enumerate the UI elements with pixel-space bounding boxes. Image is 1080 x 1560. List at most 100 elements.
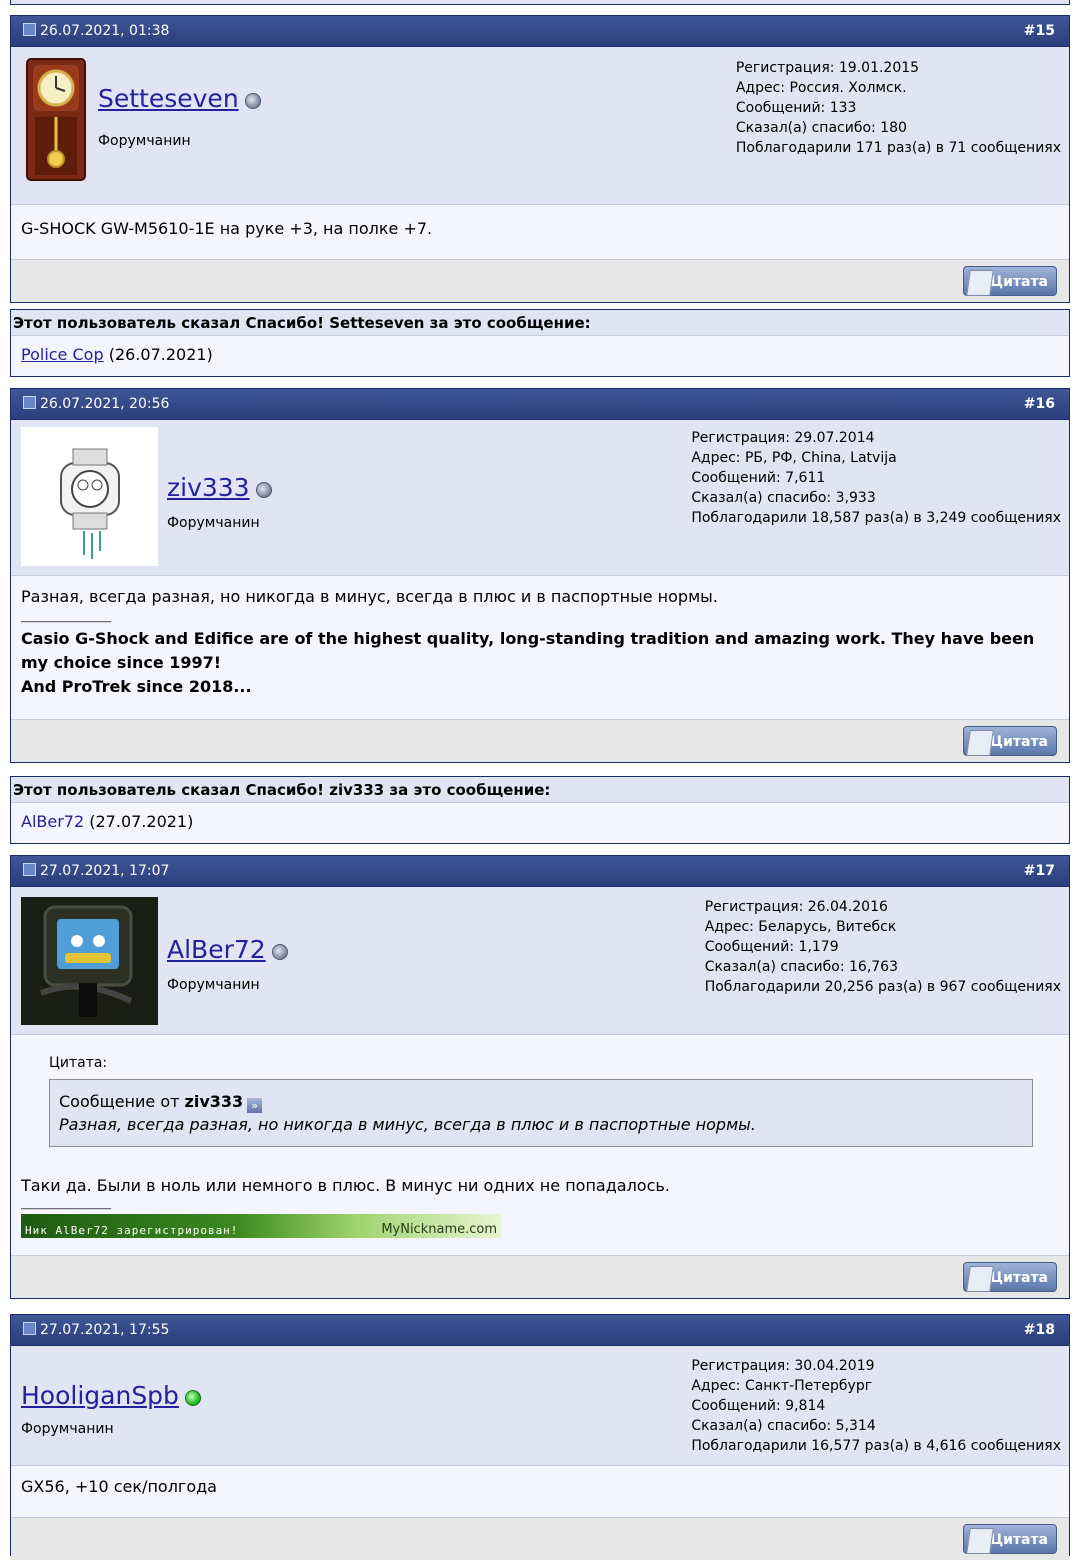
avatar[interactable] (21, 55, 91, 184)
thanks-box: Этот пользователь сказал Спасибо! ziv333… (10, 776, 1070, 844)
stat-registration: Регистрация: 19.01.2015 (735, 60, 920, 76)
stat-thanks-given: Сказал(а) спасибо: 3,933 (691, 490, 876, 506)
online-status-icon (184, 1390, 201, 1406)
stat-thanks-received: Поблагодарили 171 раз(а) в 71 сообщениях (735, 140, 1061, 156)
watch-sketch-icon (60, 448, 120, 559)
post-header: 27.07.2021, 17:07 #17 (11, 856, 1069, 887)
post-message: G-SHOCK GW-M5610-1E на руке +3, на полке… (11, 205, 1069, 259)
post-17: 27.07.2021, 17:07 #17 AlBer72 Форумчанин… (10, 855, 1070, 1299)
post-number-link[interactable]: #15 (1024, 23, 1055, 39)
quote-button[interactable]: Цитата (963, 726, 1057, 756)
message-text: GX56, +10 сек/полгода (21, 1477, 217, 1496)
quote-button[interactable]: Цитата (963, 1262, 1057, 1292)
user-title: Форумчанин (167, 515, 260, 531)
quoted-text: Разная, всегда разная, но никогда в мину… (59, 1115, 756, 1134)
stat-posts: Сообщений: 9,814 (691, 1398, 826, 1414)
message-text: Таки да. Были в ноль или немного в плюс.… (21, 1176, 670, 1195)
user-stats: Регистрация: 30.04.2019 Адрес: Санкт-Пет… (691, 1356, 1061, 1456)
quote-button-label: Цитата (990, 734, 1048, 750)
offline-status-icon (244, 93, 261, 109)
post-message: Цитата: Сообщение от ziv333» Разная, все… (11, 1035, 1069, 1255)
stat-thanks-given: Сказал(а) спасибо: 16,763 (704, 959, 899, 975)
g-shock-watch-icon (21, 897, 158, 1025)
post-status-icon (23, 23, 36, 36)
post-footer: Цитата (11, 259, 1069, 302)
user-stats: Регистрация: 19.01.2015 Адрес: Россия. Х… (736, 58, 1061, 158)
post-message: Разная, всегда разная, но никогда в мину… (11, 576, 1069, 719)
user-info: ziv333 Форумчанин Регистрация: 29.07.201… (11, 420, 1069, 576)
user-info: HooliganSpb Форумчанин Регистрация: 30.0… (11, 1346, 1069, 1466)
quote-button-label: Цитата (990, 1532, 1048, 1548)
quote-pen-icon (966, 730, 994, 756)
mynickname-banner[interactable]: Ник AlBer72 зарегистрирован! MyNickname.… (21, 1214, 501, 1238)
stat-address: Адрес: Санкт-Петербург (691, 1378, 873, 1394)
view-post-arrow-icon[interactable]: » (247, 1098, 263, 1113)
post-date: 27.07.2021, 17:07 (40, 863, 170, 879)
thanks-user-link[interactable]: Police Cop (21, 345, 104, 364)
quote-button-label: Цитата (990, 1270, 1048, 1286)
quote-prefix: Сообщение от (59, 1092, 180, 1111)
thanks-user-link[interactable]: AlBer72 (21, 812, 84, 831)
thanks-title: Этот пользователь сказал Спасибо! Settes… (11, 310, 1069, 336)
quote-caption: Цитата: (49, 1055, 108, 1071)
thanks-title: Этот пользователь сказал Спасибо! ziv333… (11, 777, 1069, 803)
username-link[interactable]: HooliganSpb (21, 1381, 179, 1410)
username-link[interactable]: AlBer72 (167, 935, 266, 964)
quote-button-label: Цитата (990, 274, 1048, 290)
post-number-link[interactable]: #16 (1024, 396, 1055, 412)
post-footer: Цитата (11, 719, 1069, 762)
user-title: Форумчанин (98, 133, 191, 149)
quote-button[interactable]: Цитата (963, 1524, 1057, 1554)
post-number-link[interactable]: #17 (1024, 863, 1055, 879)
stat-address: Адрес: Россия. Холмск. (735, 80, 907, 96)
message-text: G-SHOCK GW-M5610-1E на руке +3, на полке… (21, 219, 433, 238)
quote-button[interactable]: Цитата (963, 266, 1057, 296)
avatar[interactable] (21, 897, 158, 1025)
user-stats: Регистрация: 26.04.2016 Адрес: Беларусь,… (705, 897, 1061, 997)
signature-separator: __________________ (21, 612, 111, 623)
post-18: 27.07.2021, 17:55 #18 HooliganSpb Форумч… (10, 1314, 1070, 1560)
signature-text-2: And ProTrek since 2018... (21, 677, 252, 696)
stat-registration: Регистрация: 30.04.2019 (691, 1358, 875, 1374)
post-15: 26.07.2021, 01:38 #15 Setteseven Форумча… (10, 15, 1070, 303)
post-status-icon (23, 863, 36, 876)
quoted-author: ziv333 (184, 1092, 244, 1111)
stat-thanks-given: Сказал(а) спасибо: 180 (735, 120, 907, 136)
stat-address: Адрес: РБ, РФ, China, Latvija (691, 450, 897, 466)
user-stats: Регистрация: 29.07.2014 Адрес: РБ, РФ, C… (691, 428, 1061, 528)
stat-posts: Сообщений: 133 (735, 100, 857, 116)
quote-box: Сообщение от ziv333» Разная, всегда разн… (49, 1079, 1033, 1147)
banner-right-text: MyNickname.com (381, 1222, 497, 1237)
quote-pen-icon (966, 1528, 994, 1554)
user-title: Форумчанин (167, 977, 260, 993)
banner-left-text: Ник AlBer72 зарегистрирован! (25, 1224, 239, 1237)
quote-pen-icon (966, 1266, 994, 1292)
avatar[interactable] (21, 427, 158, 566)
stat-registration: Регистрация: 29.07.2014 (691, 430, 875, 446)
post-date: 26.07.2021, 20:56 (40, 396, 170, 412)
post-footer: Цитата (11, 1255, 1069, 1298)
signature-separator: __________________ (21, 1199, 111, 1210)
username-link[interactable]: Setteseven (98, 84, 239, 113)
stat-posts: Сообщений: 1,179 (704, 939, 839, 955)
stat-posts: Сообщений: 7,611 (691, 470, 826, 486)
user-title: Форумчанин (21, 1421, 114, 1437)
offline-status-icon (271, 944, 288, 960)
post-date: 26.07.2021, 01:38 (40, 23, 170, 39)
username-link[interactable]: ziv333 (167, 473, 250, 502)
post-footer: Цитата (11, 1517, 1069, 1560)
user-info: AlBer72 Форумчанин Регистрация: 26.04.20… (11, 887, 1069, 1035)
post-message: GX56, +10 сек/полгода (11, 1466, 1069, 1517)
thanks-date: (27.07.2021) (89, 812, 194, 831)
user-info: Setteseven Форумчанин Регистрация: 19.01… (11, 47, 1069, 205)
message-text: Разная, всегда разная, но никогда в мину… (21, 587, 718, 606)
signature-text: Casio G-Shock and Edifice are of the hig… (21, 629, 1035, 672)
post-header: 26.07.2021, 20:56 #16 (11, 389, 1069, 420)
post-16: 26.07.2021, 20:56 #16 ziv333 Форумчанин … (10, 388, 1070, 763)
stat-thanks-received: Поблагодарили 18,587 раз(а) в 3,249 сооб… (691, 510, 1061, 526)
post-header: 26.07.2021, 01:38 #15 (11, 16, 1069, 47)
stat-address: Адрес: Беларусь, Витебск (704, 919, 897, 935)
post-number-link[interactable]: #18 (1024, 1322, 1055, 1338)
stat-thanks-received: Поблагодарили 16,577 раз(а) в 4,616 сооб… (691, 1438, 1061, 1454)
post-status-icon (23, 396, 36, 409)
